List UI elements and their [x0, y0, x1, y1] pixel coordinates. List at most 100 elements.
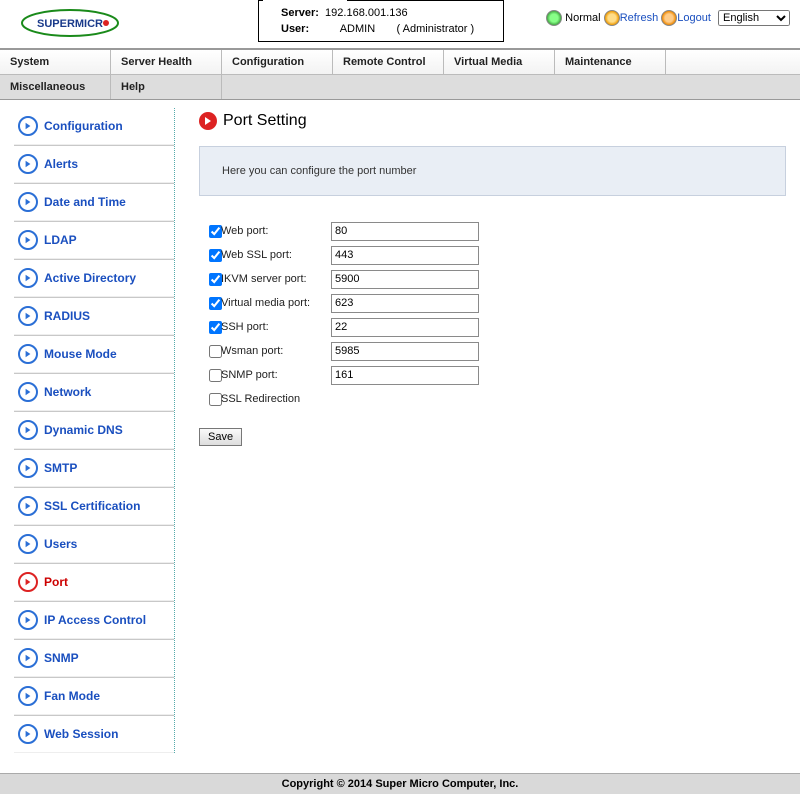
sidebar-item-ldap[interactable]: LDAP: [14, 221, 174, 259]
sidebar-item-web-session[interactable]: Web Session: [14, 715, 174, 753]
field-row-web-port: Web port:: [205, 220, 786, 242]
arrow-right-icon: [18, 192, 38, 212]
page-title: Port Setting: [223, 112, 307, 130]
sidebar-item-active-directory[interactable]: Active Directory: [14, 259, 174, 297]
sidebar-item-label: RADIUS: [44, 309, 90, 323]
field-row-ikvm-server-port: IKVM server port:: [205, 268, 786, 290]
user-role: ( Administrator ): [397, 23, 475, 35]
svg-text:SUPERMICR: SUPERMICR: [37, 18, 103, 30]
host-id-label: Host Identification: [263, 0, 347, 3]
web-ssl-port-input[interactable]: [331, 246, 479, 265]
arrow-right-icon: [18, 116, 38, 136]
sidebar-item-label: IP Access Control: [44, 613, 146, 627]
web-ssl-port-label: Web SSL port:: [221, 249, 331, 261]
sidebar-item-label: Web Session: [44, 727, 118, 741]
arrow-right-icon: [18, 458, 38, 478]
arrow-right-icon: [18, 230, 38, 250]
menu-server-health[interactable]: Server Health: [111, 50, 222, 74]
footer: Copyright © 2014 Super Micro Computer, I…: [0, 773, 800, 794]
arrow-right-icon: [18, 610, 38, 630]
sidebar-item-label: Mouse Mode: [44, 347, 117, 361]
sidebar-item-ip-access-control[interactable]: IP Access Control: [14, 601, 174, 639]
arrow-right-icon: [18, 496, 38, 516]
ikvm-server-port-label: IKVM server port:: [221, 273, 331, 285]
sidebar-item-snmp[interactable]: SNMP: [14, 639, 174, 677]
wsman-port-input[interactable]: [331, 342, 479, 361]
language-select[interactable]: English: [718, 10, 790, 26]
info-box: Here you can configure the port number: [199, 146, 786, 196]
sidebar-item-network[interactable]: Network: [14, 373, 174, 411]
refresh-link[interactable]: Refresh: [620, 12, 659, 24]
ssh-port-input[interactable]: [331, 318, 479, 337]
user-label: User:: [281, 23, 309, 35]
content-area: Configuration Alerts Date and Time LDAP Acti…: [0, 100, 800, 773]
status-normal: Normal: [565, 12, 600, 24]
arrow-right-icon: [18, 648, 38, 668]
top-right-links: Normal Refresh Logout English: [546, 10, 790, 26]
arrow-right-icon: [18, 344, 38, 364]
ikvm-server-port-input[interactable]: [331, 270, 479, 289]
sidebar-item-alerts[interactable]: Alerts: [14, 145, 174, 183]
virtual-media-port-label: Virtual media port:: [221, 297, 331, 309]
field-row-wsman-port: Wsman port:: [205, 340, 786, 362]
menu-maintenance[interactable]: Maintenance: [555, 50, 666, 74]
field-row-snmp-port: SNMP port:: [205, 364, 786, 386]
sidebar-item-label: SNMP: [44, 651, 79, 665]
sidebar-item-dynamic-dns[interactable]: Dynamic DNS: [14, 411, 174, 449]
arrow-right-icon: [18, 572, 38, 592]
sidebar-item-label: Dynamic DNS: [44, 423, 123, 437]
snmp-port-input[interactable]: [331, 366, 479, 385]
user-value: ADMIN: [340, 23, 375, 35]
top-bar: SUPERMICR Host Identification Server: 19…: [0, 0, 800, 49]
arrow-right-icon: [18, 534, 38, 554]
sidebar-item-mouse-mode[interactable]: Mouse Mode: [14, 335, 174, 373]
sidebar-item-label: Active Directory: [44, 271, 136, 285]
sidebar-item-label: Fan Mode: [44, 689, 100, 703]
host-identification-box: Host Identification Server: 192.168.001.…: [258, 0, 504, 42]
supermicro-logo: SUPERMICR: [20, 8, 120, 41]
main-menu: SystemServer HealthConfigurationRemote C…: [0, 49, 800, 100]
web-port-input[interactable]: [331, 222, 479, 241]
menu-system[interactable]: System: [0, 50, 111, 74]
virtual-media-port-input[interactable]: [331, 294, 479, 313]
menu-remote-control[interactable]: Remote Control: [333, 50, 444, 74]
save-button[interactable]: Save: [199, 428, 242, 446]
sidebar: Configuration Alerts Date and Time LDAP Acti…: [14, 108, 175, 753]
logout-icon: [661, 10, 677, 26]
logout-link[interactable]: Logout: [677, 12, 711, 24]
page-title-row: Port Setting: [199, 112, 786, 130]
field-row-ssl-redirection: SSL Redirection: [205, 388, 786, 410]
sidebar-item-ssl-certification[interactable]: SSL Certification: [14, 487, 174, 525]
arrow-right-icon: [18, 306, 38, 326]
sidebar-item-fan-mode[interactable]: Fan Mode: [14, 677, 174, 715]
sidebar-item-smtp[interactable]: SMTP: [14, 449, 174, 487]
server-value: 192.168.001.136: [325, 7, 408, 19]
sidebar-item-label: SMTP: [44, 461, 77, 475]
field-row-web-ssl-port: Web SSL port:: [205, 244, 786, 266]
arrow-right-icon: [18, 724, 38, 744]
sidebar-item-port[interactable]: Port: [14, 563, 174, 601]
sidebar-item-configuration[interactable]: Configuration: [14, 108, 174, 145]
sidebar-item-label: Date and Time: [44, 195, 126, 209]
arrow-right-icon: [18, 420, 38, 440]
field-row-ssh-port: SSH port:: [205, 316, 786, 338]
language-select-wrap: English: [718, 10, 790, 26]
sidebar-item-label: Alerts: [44, 157, 78, 171]
menu-help[interactable]: Help: [111, 75, 222, 99]
sidebar-item-users[interactable]: Users: [14, 525, 174, 563]
arrow-right-icon: [18, 154, 38, 174]
sidebar-item-label: SSL Certification: [44, 499, 140, 513]
wsman-port-label: Wsman port:: [221, 345, 331, 357]
snmp-port-label: SNMP port:: [221, 369, 331, 381]
menu-virtual-media[interactable]: Virtual Media: [444, 50, 555, 74]
main-panel: Port Setting Here you can configure the …: [175, 108, 786, 753]
status-ok-icon: [546, 10, 562, 26]
sidebar-item-date-and-time[interactable]: Date and Time: [14, 183, 174, 221]
refresh-icon: [604, 10, 620, 26]
menu-miscellaneous[interactable]: Miscellaneous: [0, 75, 111, 99]
menu-configuration[interactable]: Configuration: [222, 50, 333, 74]
ssh-port-label: SSH port:: [221, 321, 331, 333]
sidebar-item-radius[interactable]: RADIUS: [14, 297, 174, 335]
port-form: Web port: Web SSL port: IKVM server port: V…: [205, 220, 786, 410]
sidebar-item-label: Users: [44, 537, 77, 551]
